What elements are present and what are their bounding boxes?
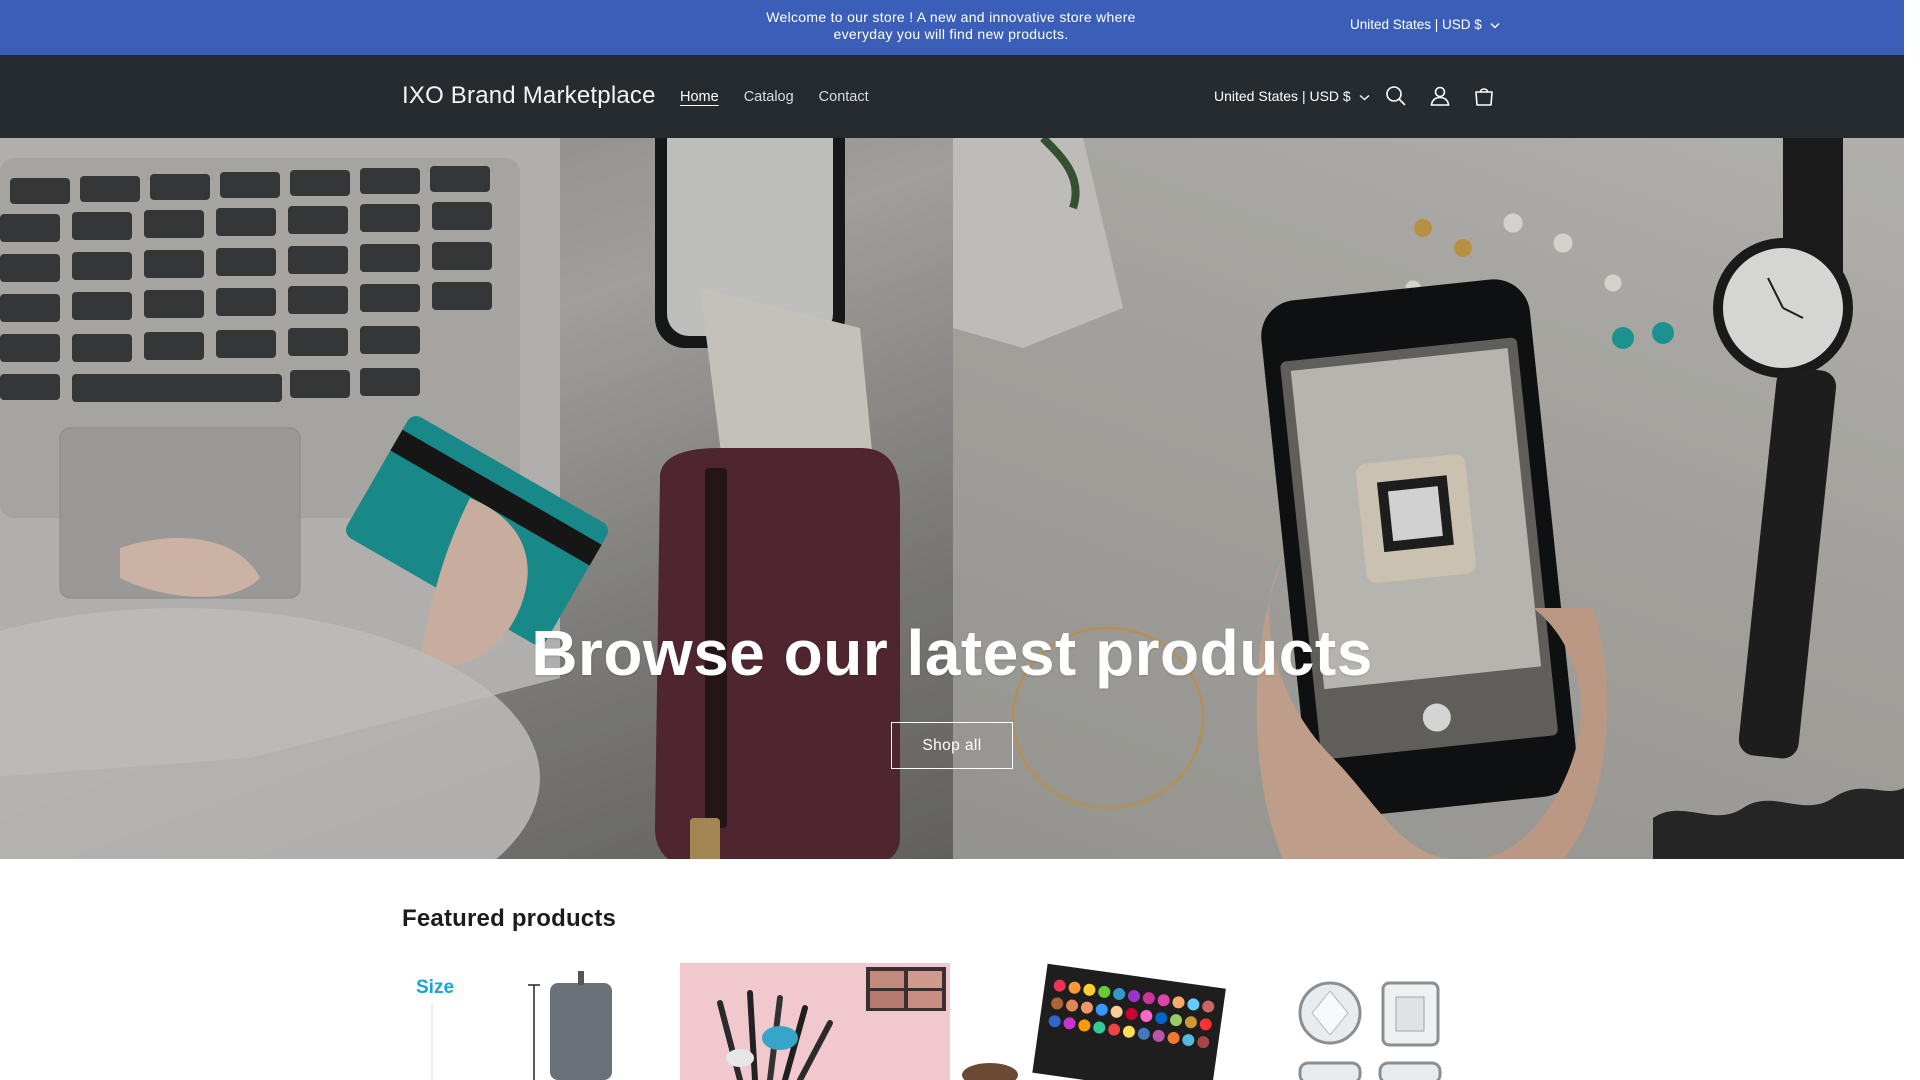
nav-link-contact[interactable]: Contact <box>819 89 869 105</box>
announcement-country-selector[interactable]: United States | USD $ <box>1350 17 1500 32</box>
hero-left-overlay <box>0 138 953 859</box>
site-header: IXO Brand Marketplace Home Catalog Conta… <box>0 55 1904 138</box>
account-icon[interactable] <box>1426 82 1454 110</box>
search-icon[interactable] <box>1382 82 1410 110</box>
main-nav: Home Catalog Contact <box>680 89 869 105</box>
product-card-1[interactable]: Size <box>402 963 672 1080</box>
hero-image-laptop-payment <box>0 138 953 859</box>
product-card-4[interactable] <box>1238 963 1508 1080</box>
chevron-down-icon <box>1359 88 1370 104</box>
announcement-text: Welcome to our store ! A new and innovat… <box>766 9 1136 42</box>
header-country-label: United States | USD $ <box>1214 88 1351 104</box>
product-card-1-size-label: Size <box>416 977 454 998</box>
hero-title: Browse our latest products <box>531 617 1373 689</box>
announcement-country-label: United States | USD $ <box>1350 17 1482 32</box>
hero-right-overlay <box>953 138 1904 859</box>
product-card-3[interactable] <box>960 963 1230 1080</box>
hero-banner: Browse our latest products Shop all <box>0 138 1904 859</box>
nav-link-catalog[interactable]: Catalog <box>744 89 794 105</box>
announcement-bar: Welcome to our store ! A new and innovat… <box>0 0 1904 55</box>
nav-link-home[interactable]: Home <box>680 89 719 105</box>
shop-all-button[interactable]: Shop all <box>891 722 1013 769</box>
product-card-2[interactable] <box>680 963 950 1080</box>
featured-products-title: Featured products <box>402 905 617 932</box>
cart-icon[interactable] <box>1470 82 1498 110</box>
hero-image-phone-scan <box>953 138 1904 859</box>
store-logo[interactable]: IXO Brand Marketplace <box>402 82 656 110</box>
chevron-down-icon <box>1490 17 1500 32</box>
header-country-selector[interactable]: United States | USD $ <box>1214 88 1370 104</box>
